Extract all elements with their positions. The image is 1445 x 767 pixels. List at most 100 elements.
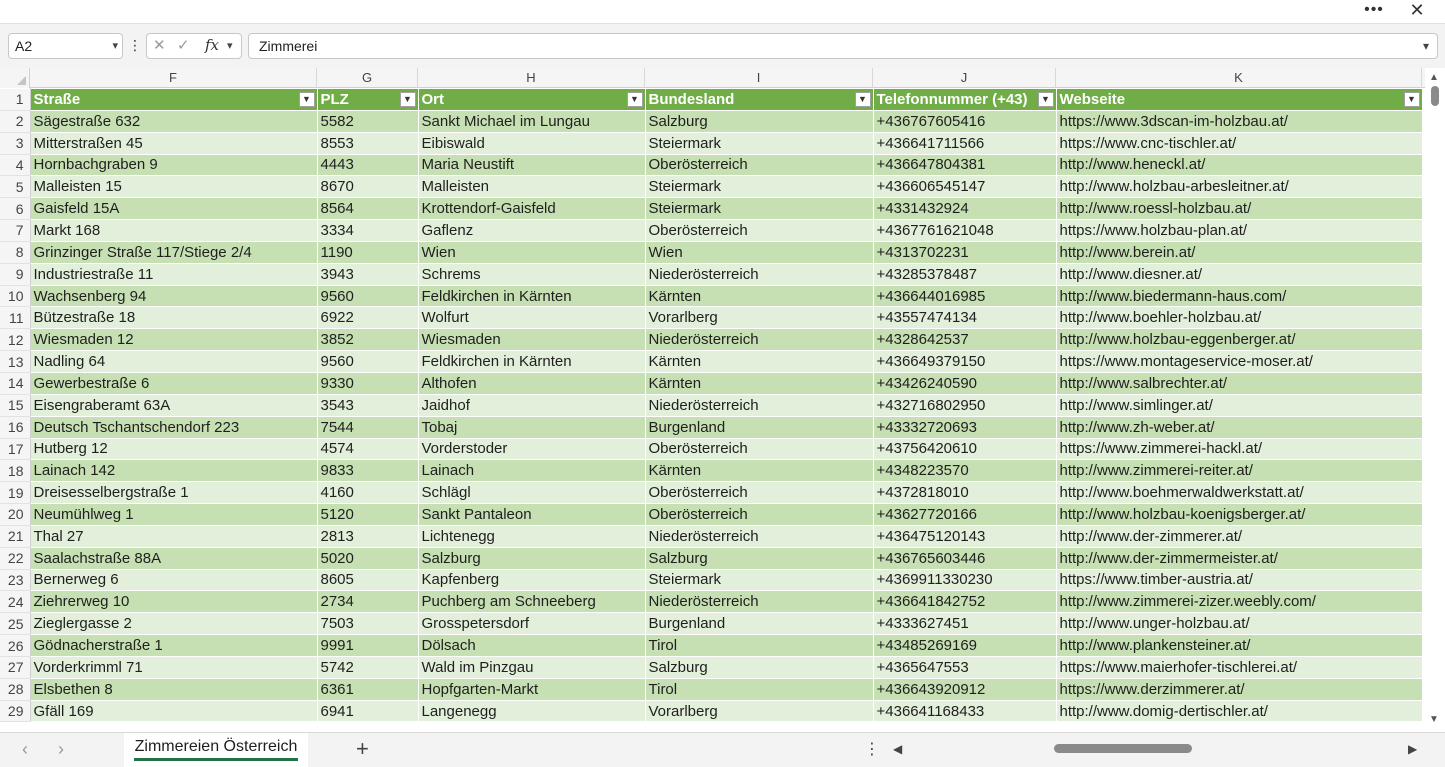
table-cell[interactable]: Schrems [417, 262, 646, 286]
table-cell[interactable]: +436767605416 [872, 109, 1057, 133]
table-cell[interactable]: Oberösterreich [644, 153, 874, 177]
table-cell[interactable]: http://www.plankensteiner.at/ [1055, 634, 1423, 657]
table-cell[interactable]: Feldkirchen in Kärnten [417, 350, 646, 373]
table-cell[interactable]: https://www.holzbau-plan.at/ [1055, 219, 1423, 242]
table-cell[interactable]: Markt 168 [29, 219, 318, 242]
table-cell[interactable]: 9560 [316, 284, 419, 308]
table-cell[interactable]: Oberösterreich [644, 481, 874, 505]
table-cell[interactable]: http://www.der-zimmerer.at/ [1055, 524, 1423, 548]
table-cell[interactable]: Hopfgarten-Markt [417, 677, 646, 701]
column-header-I[interactable]: I [645, 68, 873, 88]
formula-input[interactable]: Zimmerei ▾ [248, 33, 1438, 59]
table-cell[interactable]: Malleisten 15 [29, 175, 318, 199]
scroll-down-icon[interactable]: ▼ [1429, 714, 1439, 725]
table-cell[interactable]: +43627720166 [872, 503, 1057, 526]
table-cell[interactable]: Thal 27 [29, 524, 318, 548]
filter-dropdown-icon[interactable]: ▼ [854, 92, 871, 107]
row-number[interactable]: 5 [0, 175, 31, 199]
table-cell[interactable]: 9833 [316, 459, 419, 483]
table-cell[interactable]: http://www.boehmerwaldwerkstatt.at/ [1055, 481, 1423, 505]
function-icon[interactable]: fx [205, 36, 219, 54]
table-cell[interactable]: +43485269169 [872, 634, 1057, 657]
column-header-G[interactable]: G [317, 68, 418, 88]
table-cell[interactable]: Jaidhof [417, 393, 646, 417]
row-number[interactable]: 17 [0, 438, 31, 461]
table-cell[interactable]: Ziehrerweg 10 [29, 590, 318, 614]
row-number[interactable]: 26 [0, 634, 31, 657]
table-cell[interactable]: Kärnten [644, 459, 874, 483]
table-cell[interactable]: https://www.derzimmerer.at/ [1055, 677, 1423, 701]
table-cell[interactable]: Niederösterreich [644, 393, 874, 417]
table-cell[interactable]: Vorarlberg [644, 306, 874, 330]
table-cell[interactable]: 5582 [316, 109, 419, 133]
header-cell-plz[interactable]: PLZ ▼ [316, 88, 419, 111]
table-cell[interactable]: http://www.biedermann-haus.com/ [1055, 284, 1423, 308]
row-number[interactable]: 6 [0, 197, 31, 221]
table-cell[interactable]: Wachsenberg 94 [29, 284, 318, 308]
header-cell-webseite[interactable]: Webseite ▼ [1055, 88, 1423, 111]
table-cell[interactable]: Sägestraße 632 [29, 109, 318, 133]
table-cell[interactable]: Grosspetersdorf [417, 612, 646, 636]
chevron-down-icon[interactable]: ▾ [112, 34, 118, 58]
table-cell[interactable]: +436644016985 [872, 284, 1057, 308]
table-cell[interactable]: Gaisfeld 15A [29, 197, 318, 221]
table-cell[interactable]: http://www.heneckl.at/ [1055, 153, 1423, 177]
table-cell[interactable]: https://www.3dscan-im-holzbau.at/ [1055, 109, 1423, 133]
scrollbar-thumb[interactable] [1431, 86, 1439, 106]
table-cell[interactable]: Kärnten [644, 350, 874, 373]
table-cell[interactable]: 8564 [316, 197, 419, 221]
close-icon[interactable]: ✕ [1405, 0, 1429, 22]
table-cell[interactable]: Steiermark [644, 175, 874, 199]
table-cell[interactable]: Wiesmaden 12 [29, 328, 318, 352]
row-number[interactable]: 11 [0, 306, 31, 330]
row-number[interactable]: 19 [0, 481, 31, 505]
row-number[interactable]: 7 [0, 219, 31, 242]
row-number[interactable]: 20 [0, 503, 31, 526]
table-cell[interactable]: http://www.unger-holzbau.at/ [1055, 612, 1423, 636]
table-cell[interactable]: Oberösterreich [644, 219, 874, 242]
row-number[interactable]: 28 [0, 678, 31, 701]
table-cell[interactable]: https://www.timber-austria.at/ [1055, 568, 1423, 592]
table-cell[interactable]: Wiesmaden [417, 328, 646, 352]
table-cell[interactable]: Malleisten [417, 175, 646, 199]
column-header-H[interactable]: H [418, 68, 645, 88]
scroll-right-icon[interactable]: ▶ [1408, 742, 1417, 756]
table-cell[interactable]: Langenegg [417, 699, 646, 723]
row-number[interactable]: 14 [0, 372, 31, 395]
more-icon[interactable]: ••• [1362, 1, 1386, 21]
table-cell[interactable]: Bernerweg 6 [29, 568, 318, 592]
header-cell-strasse[interactable]: Straße ▼ [29, 88, 318, 111]
table-cell[interactable]: Wolfurt [417, 306, 646, 330]
table-cell[interactable]: 4443 [316, 153, 419, 177]
table-cell[interactable]: Hornbachgraben 9 [29, 153, 318, 177]
column-header-J[interactable]: J [873, 68, 1056, 88]
horizontal-scrollbar-thumb[interactable] [1054, 744, 1192, 753]
table-cell[interactable]: Burgenland [644, 415, 874, 439]
table-cell[interactable]: Vorarlberg [644, 699, 874, 723]
table-cell[interactable]: Niederösterreich [644, 328, 874, 352]
table-cell[interactable]: 8553 [316, 131, 419, 155]
table-cell[interactable]: Salzburg [644, 109, 874, 133]
row-number[interactable]: 1 [0, 88, 31, 111]
table-cell[interactable]: Niederösterreich [644, 590, 874, 614]
header-cell-telefon[interactable]: Telefonnummer (+43) ▼ [872, 88, 1057, 111]
table-cell[interactable]: Industriestraße 11 [29, 262, 318, 286]
table-cell[interactable]: Sankt Pantaleon [417, 503, 646, 526]
table-cell[interactable]: Niederösterreich [644, 262, 874, 286]
table-cell[interactable]: +436643920912 [872, 677, 1057, 701]
table-cell[interactable]: Oberösterreich [644, 503, 874, 526]
table-cell[interactable]: Vorderkrimml 71 [29, 655, 318, 679]
row-number[interactable]: 10 [0, 285, 31, 308]
row-number[interactable]: 21 [0, 525, 31, 548]
table-cell[interactable]: 4574 [316, 437, 419, 461]
table-cell[interactable]: Eibiswald [417, 131, 646, 155]
table-cell[interactable]: http://www.zimmerei-reiter.at/ [1055, 459, 1423, 483]
table-cell[interactable]: 3543 [316, 393, 419, 417]
table-cell[interactable]: Wien [644, 240, 874, 264]
table-cell[interactable]: +4328642537 [872, 328, 1057, 352]
check-icon[interactable]: ✓ [177, 36, 190, 54]
table-cell[interactable]: Puchberg am Schneeberg [417, 590, 646, 614]
table-cell[interactable]: http://www.simlinger.at/ [1055, 393, 1423, 417]
table-cell[interactable]: https://www.montageservice-moser.at/ [1055, 350, 1423, 373]
table-cell[interactable]: 8670 [316, 175, 419, 199]
